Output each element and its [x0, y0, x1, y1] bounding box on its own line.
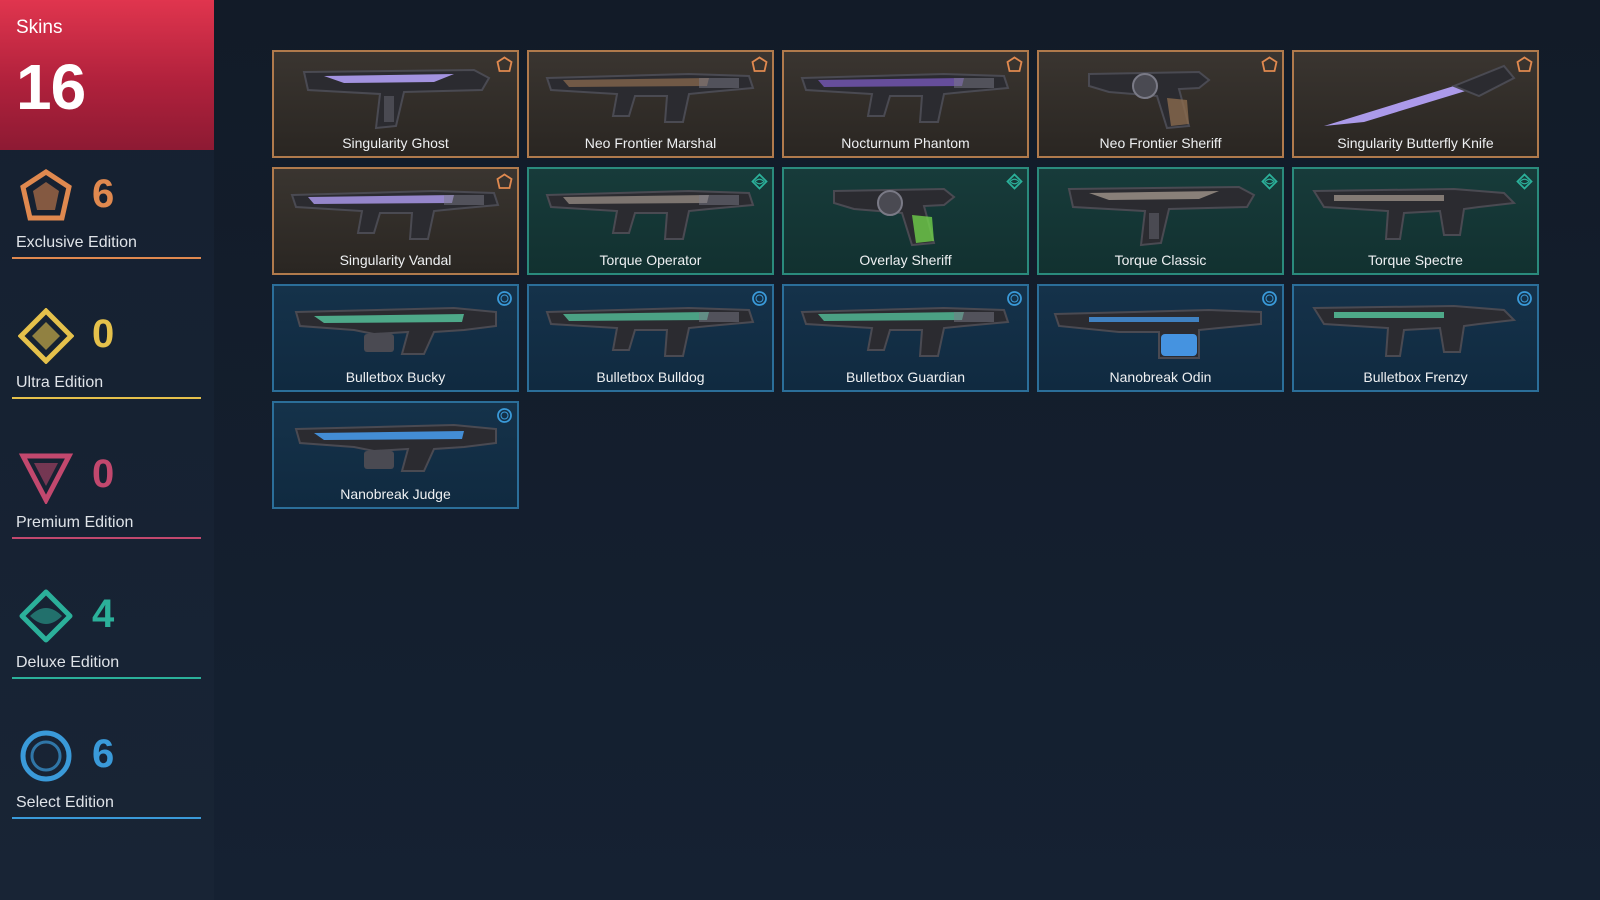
tier-label: Exclusive Edition	[16, 234, 137, 251]
skin-card[interactable]: Torque Classic	[1037, 167, 1284, 275]
tier-divider	[12, 397, 201, 399]
select-tier-icon	[1516, 290, 1533, 307]
skin-card[interactable]: Nocturnum Phantom	[782, 50, 1029, 158]
skin-name: Neo Frontier Sheriff	[1099, 135, 1222, 151]
skin-card[interactable]: Bulletbox Bulldog	[527, 284, 774, 392]
skin-card[interactable]: Bulletbox Frenzy	[1292, 284, 1539, 392]
shotgun-image	[284, 407, 507, 485]
skin-name: Overlay Sheriff	[859, 252, 952, 268]
pistol-image	[1049, 173, 1272, 251]
smg-image	[1304, 290, 1527, 368]
skin-card[interactable]: Singularity Vandal	[272, 167, 519, 275]
tier-label: Ultra Edition	[16, 374, 104, 391]
exclusive-tier-icon	[496, 56, 513, 73]
tier-label: Premium Edition	[16, 514, 134, 531]
tier-divider	[12, 677, 201, 679]
knife-image	[1304, 56, 1527, 134]
skin-card[interactable]: Nanobreak Judge	[272, 401, 519, 509]
select-tier-icon	[496, 407, 513, 424]
exclusive-edition-icon	[18, 168, 74, 224]
tier-count: 6	[92, 732, 115, 776]
tier-sidebar: Skins 16 6 Exclusive Edition 0 Ultra Editi…	[0, 0, 214, 900]
exclusive-tier-icon	[751, 56, 768, 73]
deluxe-tier-icon	[751, 173, 768, 190]
skin-card[interactable]: Bulletbox Bucky	[272, 284, 519, 392]
skin-card[interactable]: Torque Spectre	[1292, 167, 1539, 275]
smg-image	[1304, 173, 1527, 251]
skin-card[interactable]: Neo Frontier Marshal	[527, 50, 774, 158]
tier-deluxe[interactable]: 4 Deluxe Edition	[12, 588, 201, 688]
skin-name: Singularity Vandal	[339, 252, 452, 268]
skin-card[interactable]: Neo Frontier Sheriff	[1037, 50, 1284, 158]
shotgun-image	[284, 290, 507, 368]
tier-divider	[12, 257, 201, 259]
tier-divider	[12, 537, 201, 539]
skin-name: Neo Frontier Marshal	[584, 135, 717, 151]
exclusive-tier-icon	[1261, 56, 1278, 73]
premium-edition-icon	[18, 448, 74, 506]
exclusive-tier-icon	[496, 173, 513, 190]
skins-total-label: Skins	[16, 17, 63, 38]
revolver-image	[794, 173, 1017, 251]
ultra-edition-icon	[17, 307, 75, 365]
skin-card[interactable]: Nanobreak Odin	[1037, 284, 1284, 392]
select-tier-icon	[751, 290, 768, 307]
tier-ultra[interactable]: 0 Ultra Edition	[12, 307, 201, 408]
select-tier-icon	[1006, 290, 1023, 307]
tier-count: 0	[92, 452, 115, 496]
skin-card[interactable]: Singularity Butterfly Knife	[1292, 50, 1539, 158]
tier-exclusive[interactable]: 6 Exclusive Edition	[12, 168, 201, 268]
deluxe-tier-icon	[1516, 173, 1533, 190]
tier-count: 4	[92, 592, 115, 636]
skins-collection-screen: Skins 16 6 Exclusive Edition 0 Ultra Editi…	[0, 0, 1600, 900]
deluxe-edition-icon	[18, 588, 74, 644]
rifle-image	[284, 173, 507, 251]
skin-name: Singularity Butterfly Knife	[1337, 135, 1494, 151]
tier-label: Deluxe Edition	[16, 654, 120, 671]
tier-divider	[12, 817, 201, 819]
rifle-image	[539, 56, 762, 134]
skin-card[interactable]: Overlay Sheriff	[782, 167, 1029, 275]
exclusive-tier-icon	[1006, 56, 1023, 73]
skin-name: Nocturnum Phantom	[841, 135, 970, 151]
skin-name: Torque Operator	[599, 252, 702, 268]
revolver-image	[1049, 56, 1272, 134]
deluxe-tier-icon	[1006, 173, 1023, 190]
select-tier-icon	[496, 290, 513, 307]
skin-card[interactable]: Singularity Ghost	[272, 50, 519, 158]
skin-name: Torque Classic	[1114, 252, 1207, 268]
exclusive-tier-icon	[1516, 56, 1533, 73]
select-tier-icon	[1261, 290, 1278, 307]
skins-total-panel: Skins 16	[0, 0, 214, 150]
skin-name: Torque Spectre	[1368, 252, 1463, 268]
rifle-image	[539, 173, 762, 251]
skin-card[interactable]: Bulletbox Guardian	[782, 284, 1029, 392]
deluxe-tier-icon	[1261, 173, 1278, 190]
tier-premium[interactable]: 0 Premium Edition	[12, 448, 201, 548]
tier-select[interactable]: 6 Select Edition	[12, 728, 201, 828]
skin-card[interactable]: Torque Operator	[527, 167, 774, 275]
tier-count: 6	[92, 172, 115, 216]
rifle-image	[794, 290, 1017, 368]
select-edition-icon	[18, 728, 74, 784]
skin-name: Nanobreak Judge	[340, 486, 451, 502]
tier-count: 0	[92, 312, 115, 356]
skins-total-count: 16	[16, 51, 86, 123]
tier-label: Select Edition	[16, 794, 114, 811]
rifle-image	[794, 56, 1017, 134]
lmg-image	[1049, 290, 1272, 368]
skin-name: Bulletbox Frenzy	[1363, 369, 1468, 385]
skin-name: Bulletbox Bucky	[345, 369, 446, 385]
skin-name: Bulletbox Bulldog	[596, 369, 705, 385]
pistol-image	[284, 56, 507, 134]
rifle-image	[539, 290, 762, 368]
skin-name: Nanobreak Odin	[1109, 369, 1212, 385]
skin-name: Bulletbox Guardian	[845, 369, 966, 385]
skin-name: Singularity Ghost	[342, 135, 449, 151]
